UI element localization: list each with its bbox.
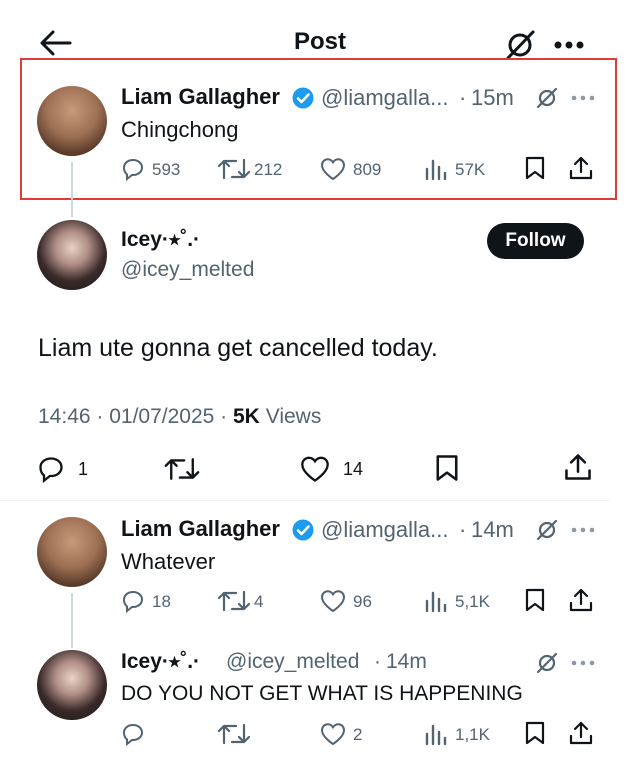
author-name[interactable]: Icey·⭒˚.· [121, 650, 200, 674]
verified-badge-icon [292, 87, 314, 109]
avatar[interactable] [37, 220, 107, 290]
author-name[interactable]: Icey·⭒˚.· [121, 228, 200, 252]
reply-icon[interactable] [37, 455, 65, 483]
view-count: 5K [233, 405, 260, 428]
dot-separator: · [459, 85, 467, 110]
post-text: Chingchong [121, 117, 239, 142]
author-handle[interactable]: @icey_melted [121, 258, 254, 282]
view-count: 1,1K [455, 725, 490, 744]
views-icon[interactable] [423, 157, 447, 181]
share-icon[interactable] [563, 452, 593, 482]
more-options-icon[interactable] [571, 660, 595, 666]
page-title: Post [293, 28, 346, 55]
like-count: 96 [353, 592, 372, 611]
like-count: 809 [353, 160, 382, 179]
like-icon[interactable] [320, 157, 346, 181]
reply-icon[interactable] [121, 157, 145, 181]
views-icon[interactable] [423, 722, 447, 746]
follow-button[interactable]: Follow [487, 223, 584, 259]
more-options-icon[interactable] [571, 527, 595, 533]
author-handle[interactable]: @liamgalla... [321, 517, 449, 543]
post-text: DO YOU NOT GET WHAT IS HAPPENING [121, 682, 523, 705]
reply-icon[interactable] [121, 589, 145, 613]
post-time: 15m [471, 85, 514, 110]
post-timestamp: 14:46 · 01/07/2025 · 5K Views [38, 405, 321, 429]
reply-count: 1 [78, 459, 89, 479]
views-icon[interactable] [423, 589, 447, 613]
retweet-count: 4 [254, 592, 264, 611]
avatar[interactable] [37, 86, 107, 156]
avatar[interactable] [37, 650, 107, 720]
verified-badge-icon [292, 519, 314, 541]
retweet-icon[interactable] [216, 588, 252, 614]
reply-icon[interactable] [121, 722, 145, 746]
more-options-icon[interactable] [571, 95, 595, 101]
views-label: Views [265, 405, 322, 428]
reply-count: 18 [152, 592, 171, 611]
author-handle[interactable]: @icey_melted [226, 650, 359, 674]
post-text: Whatever [121, 549, 216, 574]
thread-line [71, 162, 73, 217]
share-icon[interactable] [568, 720, 594, 746]
grok-icon[interactable] [535, 86, 559, 110]
post-time: 14m [471, 517, 514, 542]
like-count: 2 [353, 725, 363, 744]
like-count: 14 [343, 459, 364, 479]
dot-separator: · [374, 650, 381, 673]
reply-count: 593 [152, 160, 181, 179]
post-text: Liam ute gonna get cancelled today. [38, 334, 438, 362]
share-icon[interactable] [568, 587, 594, 613]
more-options-icon[interactable] [553, 40, 585, 50]
author-name[interactable]: Liam Gallagher [121, 516, 280, 542]
author-name[interactable]: Liam Gallagher [121, 84, 280, 110]
timestamp-text: 14:46 · 01/07/2025 · [38, 405, 228, 428]
like-icon[interactable] [320, 589, 346, 613]
retweet-icon[interactable] [162, 455, 202, 483]
like-icon[interactable] [300, 455, 330, 483]
author-handle[interactable]: @liamgalla... [321, 85, 449, 111]
bookmark-icon[interactable] [524, 720, 546, 746]
grok-icon[interactable] [535, 651, 559, 675]
post-time: 14m [386, 650, 427, 673]
retweet-icon[interactable] [216, 721, 252, 747]
retweet-icon[interactable] [216, 156, 252, 182]
bookmark-icon[interactable] [524, 155, 546, 181]
grok-icon[interactable] [503, 28, 537, 62]
like-icon[interactable] [320, 722, 346, 746]
bookmark-icon[interactable] [434, 453, 460, 483]
dot-separator: · [459, 517, 467, 542]
grok-icon[interactable] [535, 518, 559, 542]
avatar[interactable] [37, 517, 107, 587]
view-count: 57K [455, 160, 486, 179]
bookmark-icon[interactable] [524, 587, 546, 613]
thread-line [71, 593, 73, 648]
retweet-count: 212 [254, 160, 283, 179]
view-count: 5,1K [455, 592, 490, 611]
share-icon[interactable] [568, 155, 594, 181]
divider [0, 500, 610, 501]
